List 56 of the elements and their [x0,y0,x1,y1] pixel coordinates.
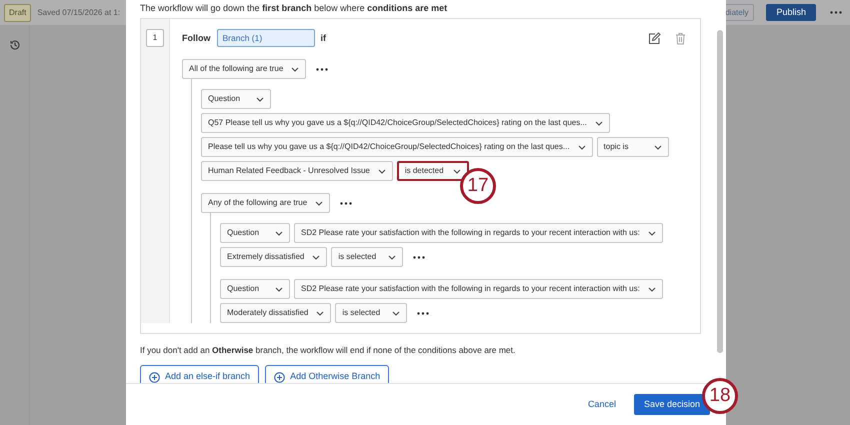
dropdown[interactable]: Human Related Feedback - Unresolved Issue [201,161,393,182]
branch-number: 1 [146,29,164,48]
dropdown[interactable]: All of the following are true [182,59,306,80]
chevron-down-icon [275,230,283,236]
more-icon[interactable] [417,312,430,315]
more-icon[interactable] [316,68,328,71]
plus-circle-icon [274,372,286,383]
chevron-down-icon [594,120,603,126]
plus-circle-icon [149,372,160,383]
save-decision-button[interactable]: Save decision [634,394,710,415]
chevron-down-icon [378,168,386,174]
more-icon[interactable] [413,256,426,259]
scrollbar-thumb[interactable] [717,30,723,353]
dropdown[interactable]: Extremely dissatisfied [220,247,328,268]
saved-text: Saved 07/15/2026 at 1: [37,6,120,18]
chevron-down-icon [654,144,662,150]
chevron-down-icon [452,168,461,174]
add-branch-button[interactable]: Add Otherwise Branch [265,365,390,383]
publish-button[interactable]: Publish [766,4,816,21]
chevron-down-icon [388,254,396,260]
chevron-down-icon [316,310,324,316]
dropdown[interactable]: is detected [396,161,469,182]
more-icon[interactable] [340,202,352,205]
branch-name-field[interactable]: Branch (1) [216,29,314,48]
dropdown[interactable]: Please tell us why you gave us a ${q://QID42/ChoiceGroup/SelectedChoices} rating on the last ques... [201,137,593,158]
intro-text: The workflow will go down the first branch below where conditions are met [140,2,448,15]
dropdown[interactable]: SD2 Please rate your satisfaction with the following in regards to your recent interaction with us: [294,279,663,300]
dropdown[interactable]: SD2 Please rate your satisfaction with the following in regards to your recent interaction with us: [294,223,663,244]
more-icon[interactable] [830,11,842,14]
chevron-down-icon [291,66,300,72]
status-badge: Draft [4,4,32,22]
add-branch-button[interactable]: Add an else-if branch [140,365,260,383]
dropdown[interactable]: topic is [596,137,669,158]
step-number-tooltip: 18 [702,378,738,414]
dropdown[interactable]: is selected [335,303,408,324]
chevron-down-icon [648,286,656,292]
dropdown[interactable]: Q57 Please tell us why you gave us a ${q://QID42/ChoiceGroup/SelectedChoices} rating on the last ques... [201,113,610,134]
cancel-button[interactable]: Cancel [588,398,616,412]
dropdown[interactable]: Moderately dissatisfied [220,303,332,324]
follow-label: Follow [182,32,210,45]
history-icon[interactable] [8,39,20,51]
dropdown[interactable]: Question [201,89,271,110]
edit-icon[interactable] [648,32,661,45]
dropdown[interactable]: is selected [331,247,404,268]
chevron-down-icon [256,96,264,102]
otherwise-note: If you don't add an Otherwise branch, the workflow will end if none of the conditions above are met. [140,344,516,358]
chevron-down-icon [275,286,283,292]
dropdown[interactable]: Any of the following are true [201,193,330,214]
chevron-down-icon [315,200,324,206]
chevron-down-icon [392,310,400,316]
chevron-down-icon [578,144,586,150]
dropdown[interactable]: Question [220,223,290,244]
chevron-down-icon [648,230,656,236]
chevron-down-icon [312,254,320,260]
dropdown[interactable]: Question [220,279,290,300]
if-label: if [320,32,326,45]
